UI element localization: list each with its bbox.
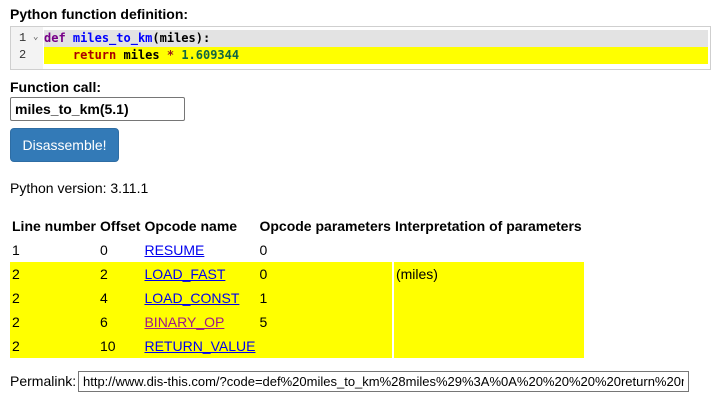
- code-line-1[interactable]: def miles_to_km(miles):: [44, 30, 708, 47]
- editor-gutter: 1 ⌄ 2: [11, 27, 43, 69]
- cell-offset: 0: [98, 238, 143, 262]
- disassemble-button[interactable]: Disassemble!: [10, 128, 119, 162]
- function-call-input[interactable]: [10, 97, 185, 121]
- cell-opcode-name: LOAD_FAST: [142, 262, 258, 286]
- code-token: 1.609344: [181, 48, 240, 62]
- cell-line-number: 2: [10, 334, 99, 358]
- header-opcode-parameters: Opcode parameters: [259, 218, 391, 234]
- table-row: 2 2 LOAD_FAST 0 (miles): [10, 262, 584, 286]
- header-opcode-name: Opcode name: [144, 218, 238, 234]
- table-row: 1 0 RESUME 0: [10, 238, 584, 262]
- opcode-link[interactable]: RESUME: [144, 242, 204, 258]
- cell-line-number: 2: [10, 262, 99, 286]
- code-editor[interactable]: 1 ⌄ 2 def miles_to_km(miles): return mil…: [10, 26, 711, 70]
- cell-offset: 10: [98, 334, 143, 358]
- cell-opcode-parameter: 1: [257, 286, 394, 310]
- cell-interpretation: (miles): [392, 262, 584, 286]
- header-line-number: Line number: [12, 218, 97, 234]
- line-number-2: 2: [19, 48, 27, 62]
- cell-opcode-name: LOAD_CONST: [142, 286, 258, 310]
- cell-opcode-parameter: 0: [257, 238, 394, 262]
- code-token: miles: [116, 48, 167, 62]
- cell-interpretation: [392, 286, 584, 310]
- code-line-2[interactable]: return miles * 1.609344: [44, 47, 708, 64]
- header-interpretation: Interpretation of parameters: [394, 218, 582, 234]
- python-version: Python version: 3.11.1: [10, 180, 149, 196]
- definition-label: Python function definition:: [10, 6, 189, 22]
- table-row: 2 10 RETURN_VALUE: [10, 334, 584, 358]
- cell-opcode-name: RETURN_VALUE: [142, 334, 258, 358]
- table-row: 2 4 LOAD_CONST 1: [10, 286, 584, 310]
- cell-offset: 6: [98, 310, 143, 334]
- code-token: return: [72, 48, 117, 62]
- cell-line-number: 1: [10, 238, 99, 262]
- cell-offset: 2: [98, 262, 143, 286]
- line-number-1: 1: [19, 31, 27, 45]
- table-row: 2 6 BINARY_OP 5: [10, 310, 584, 334]
- permalink-input[interactable]: [78, 371, 689, 392]
- header-offset: Offset: [100, 218, 141, 234]
- cell-opcode-parameter: 5: [257, 310, 394, 334]
- cell-opcode-name: BINARY_OP: [142, 310, 258, 334]
- function-call-label: Function call:: [10, 79, 101, 95]
- opcode-table: Line number Offset Opcode name Opcode pa…: [10, 214, 584, 358]
- code-token: (miles):: [152, 31, 211, 45]
- opcode-link[interactable]: BINARY_OP: [144, 314, 224, 330]
- cell-opcode-parameter: [257, 334, 394, 358]
- cell-interpretation: [392, 334, 584, 358]
- permalink-label: Permalink:: [10, 373, 77, 389]
- cell-opcode-name: RESUME: [142, 238, 258, 262]
- code-token: miles_to_km: [72, 31, 153, 45]
- cell-interpretation: [392, 310, 584, 334]
- opcode-link[interactable]: LOAD_FAST: [144, 266, 225, 282]
- table-header-row: Line number Offset Opcode name Opcode pa…: [10, 214, 584, 238]
- cell-offset: 4: [98, 286, 143, 310]
- cell-line-number: 2: [10, 310, 99, 334]
- cell-line-number: 2: [10, 286, 99, 310]
- code-token: *: [166, 48, 175, 62]
- code-token: def: [44, 31, 66, 45]
- opcode-link[interactable]: LOAD_CONST: [144, 290, 239, 306]
- cell-opcode-parameter: 0: [257, 262, 394, 286]
- cell-interpretation: [392, 238, 584, 262]
- fold-chevron-icon[interactable]: ⌄: [33, 32, 38, 42]
- opcode-link[interactable]: RETURN_VALUE: [144, 338, 255, 354]
